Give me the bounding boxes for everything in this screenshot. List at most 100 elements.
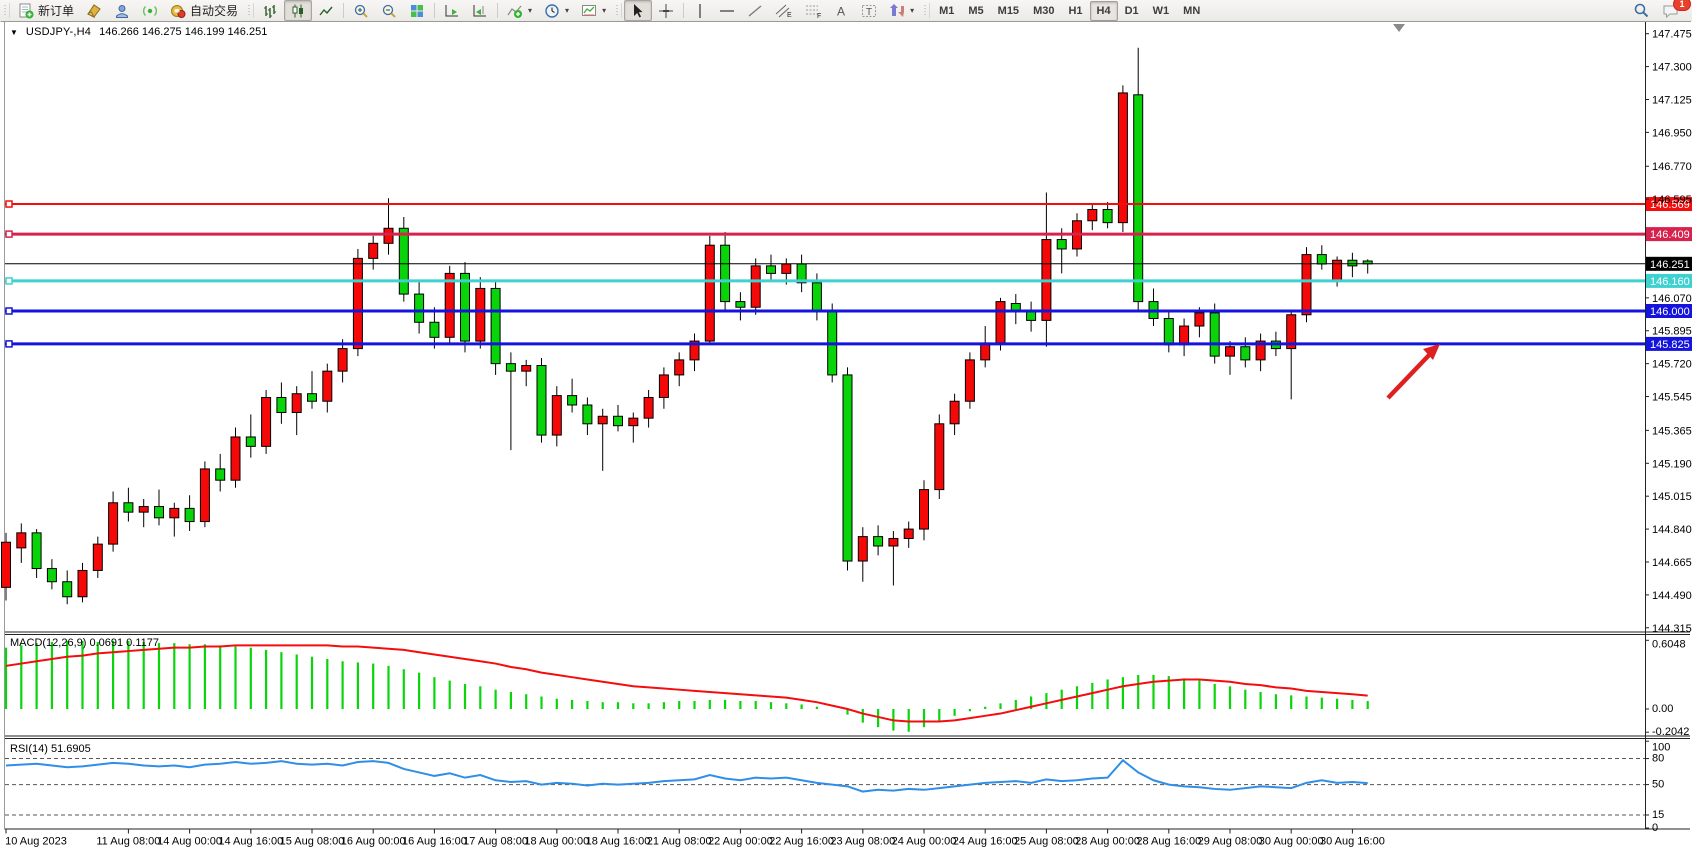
candle-up <box>996 302 1005 343</box>
candle-down <box>614 416 623 425</box>
price-tag-text: 146.160 <box>1650 276 1690 288</box>
candle-up <box>262 397 271 446</box>
y-axis-tick: 147.300 <box>1652 62 1692 74</box>
x-axis-label: 22 Aug 16:00 <box>769 836 834 848</box>
horizontal-line-tool-button[interactable] <box>713 0 741 21</box>
symbol-dropdown-icon[interactable]: ▼ <box>10 28 18 37</box>
timeframe-button-MN[interactable]: MN <box>1176 1 1207 21</box>
text-tool-button[interactable]: A <box>829 0 855 21</box>
candle-down <box>736 302 745 308</box>
x-axis-label: 10 Aug 2023 <box>5 836 67 848</box>
candle-up <box>139 507 148 513</box>
level-handle[interactable] <box>6 201 12 207</box>
candle-down <box>843 375 852 561</box>
y-axis-tick: 146.770 <box>1652 161 1692 173</box>
candle-up <box>231 437 240 480</box>
notifications-button[interactable]: 1 <box>1656 0 1686 21</box>
y-axis-tick: 145.895 <box>1652 326 1692 338</box>
level-handle[interactable] <box>6 308 12 314</box>
equidistant-channel-tool-button[interactable]: E <box>769 0 799 21</box>
profile-button[interactable] <box>108 0 136 21</box>
timeframe-button-H4[interactable]: H4 <box>1090 1 1118 21</box>
signals-icon <box>142 3 158 19</box>
signals-button[interactable] <box>136 0 164 21</box>
text-label-tool-button[interactable]: T <box>855 0 883 21</box>
fibonacci-tool-button[interactable]: F <box>799 0 829 21</box>
candle-up <box>751 266 760 307</box>
candle-down <box>155 507 164 518</box>
candle-down <box>583 405 592 424</box>
level-handle[interactable] <box>6 341 12 347</box>
y-axis-tick: 147.125 <box>1652 95 1692 107</box>
indicators-button[interactable]: ▾ <box>501 0 538 21</box>
templates-button[interactable]: ▾ <box>575 0 612 21</box>
auto-trading-button[interactable]: 自动交易 <box>164 0 244 21</box>
timeframe-button-H1[interactable]: H1 <box>1061 1 1089 21</box>
crosshair-tool-button[interactable] <box>652 0 680 21</box>
templates-dropdown-caret[interactable]: ▾ <box>602 6 606 15</box>
chart-shift-button[interactable] <box>466 0 494 21</box>
arrows-tool-button[interactable]: ▾ <box>883 0 920 21</box>
candlestick-icon <box>290 3 306 19</box>
crosshair-icon <box>658 3 674 19</box>
candlestick-mode-button[interactable] <box>284 0 312 21</box>
level-handle[interactable] <box>6 231 12 237</box>
zoom-in-button[interactable] <box>347 0 375 21</box>
candle-down <box>308 394 317 402</box>
arrows-dropdown-caret[interactable]: ▾ <box>910 6 914 15</box>
candle-up <box>338 349 347 372</box>
candle-down <box>415 294 424 322</box>
chart-title-quote: 146.266 146.275 146.199 146.251 <box>99 26 267 38</box>
rsi-axis-tick: 0 <box>1652 822 1658 834</box>
timeframe-button-D1[interactable]: D1 <box>1118 1 1146 21</box>
new-order-button[interactable]: 新订单 <box>12 0 80 21</box>
candle-down <box>430 322 439 337</box>
candle-up <box>1226 347 1235 356</box>
x-axis-label: 23 Aug 08:00 <box>830 836 895 848</box>
timeframe-button-W1[interactable]: W1 <box>1146 1 1177 21</box>
indicators-dropdown-caret[interactable]: ▾ <box>528 6 532 15</box>
candle-up <box>93 544 102 570</box>
x-axis-label: 24 Aug 16:00 <box>953 836 1018 848</box>
tile-windows-button[interactable] <box>403 0 431 21</box>
search-button[interactable] <box>1627 0 1656 21</box>
candle-up <box>292 394 301 413</box>
timeframe-button-M15[interactable]: M15 <box>991 1 1026 21</box>
templates-icon <box>581 3 597 19</box>
candle-up <box>965 360 974 401</box>
candle-up <box>705 245 714 341</box>
price-tag-text: 146.251 <box>1650 259 1690 271</box>
candle-down <box>461 273 470 341</box>
x-axis-label: 15 Aug 08:00 <box>280 836 345 848</box>
vertical-line-icon <box>693 3 707 19</box>
vertical-line-tool-button[interactable] <box>687 0 713 21</box>
candle-up <box>200 469 209 522</box>
line-chart-mode-button[interactable] <box>312 0 340 21</box>
candle-up <box>889 538 898 546</box>
periods-clock-icon <box>544 3 560 19</box>
periods-button[interactable]: ▾ <box>538 0 575 21</box>
bar-chart-mode-button[interactable] <box>256 0 284 21</box>
toolbar-grip <box>246 3 254 18</box>
y-axis-tick: 144.490 <box>1652 590 1692 602</box>
terminal-window: { "toolbar": { "new_order_label": "新订单",… <box>0 0 1692 851</box>
timeframe-button-M30[interactable]: M30 <box>1026 1 1061 21</box>
cursor-tool-button[interactable] <box>624 0 652 21</box>
timeframe-button-M1[interactable]: M1 <box>932 1 961 21</box>
timeframe-button-M5[interactable]: M5 <box>961 1 990 21</box>
level-handle[interactable] <box>6 278 12 284</box>
periods-dropdown-caret[interactable]: ▾ <box>565 6 569 15</box>
chart-canvas[interactable]: 146.569146.409146.251146.160146.000145.8… <box>0 21 1692 851</box>
auto-scroll-button[interactable] <box>438 0 466 21</box>
candle-down <box>399 228 408 294</box>
x-axis-label: 28 Aug 16:00 <box>1136 836 1201 848</box>
candle-up <box>170 508 179 517</box>
trendline-tool-button[interactable] <box>741 0 769 21</box>
candle-up <box>353 258 362 348</box>
zoom-out-button[interactable] <box>375 0 403 21</box>
zoom-out-icon <box>381 3 397 19</box>
styler-button[interactable] <box>80 0 108 21</box>
x-axis-label: 24 Aug 00:00 <box>892 836 957 848</box>
chart-window[interactable]: 146.569146.409146.251146.160146.000145.8… <box>0 21 1692 851</box>
x-axis-label: 30 Aug 16:00 <box>1320 836 1385 848</box>
